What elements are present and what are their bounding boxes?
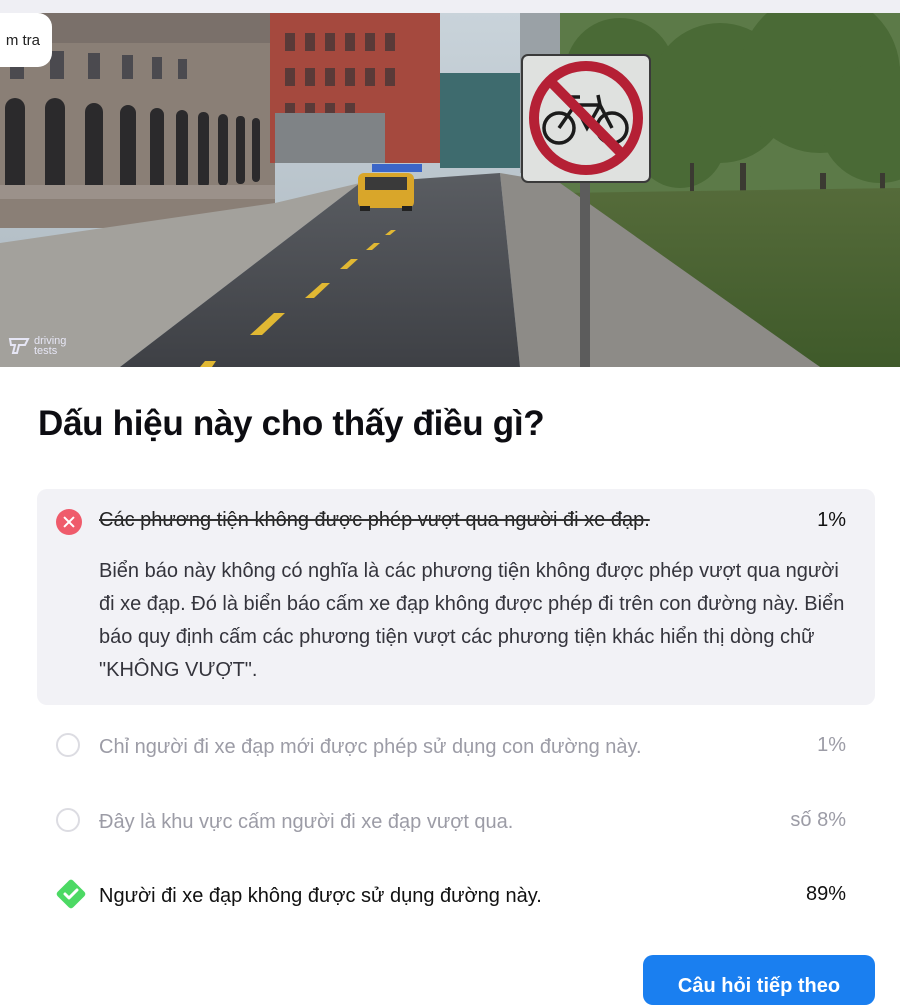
answer-list: Các phương tiện không được phép vượt qua… xyxy=(37,489,875,909)
wrong-x-icon xyxy=(56,509,82,535)
question-image xyxy=(0,13,900,367)
top-strip xyxy=(0,0,900,13)
correct-check-icon xyxy=(56,879,86,909)
answer-text: Người đi xe đạp không được sử dụng đường… xyxy=(99,885,542,907)
watermark-line2: tests xyxy=(34,345,58,357)
answer-percent: số 8% xyxy=(790,809,846,831)
answer-option-wrong[interactable]: Các phương tiện không được phép vượt qua… xyxy=(37,489,875,705)
answer-percent: 89% xyxy=(805,883,846,905)
answer-percent: 1% xyxy=(817,734,846,756)
answer-option[interactable]: Đây là khu vực cấm người đi xe đạp vượt … xyxy=(37,808,875,849)
radio-circle-icon xyxy=(56,733,80,757)
answer-text: Chỉ người đi xe đạp mới được phép sử dụn… xyxy=(99,736,642,758)
answer-percent: 1% xyxy=(817,509,846,531)
no-bicycle-sign-icon xyxy=(521,54,651,183)
answer-text: Các phương tiện không được phép vượt qua… xyxy=(99,509,650,531)
tab-kiem-tra[interactable]: m tra xyxy=(0,13,52,67)
answer-option-correct[interactable]: Người đi xe đạp không được sử dụng đường… xyxy=(37,879,875,923)
answer-explanation: Biển báo này không có nghĩa là các phươn… xyxy=(99,560,845,681)
question-title: Dấu hiệu này cho thấy điều gì? xyxy=(38,404,545,443)
answer-option[interactable]: Chỉ người đi xe đạp mới được phép sử dụn… xyxy=(37,733,875,774)
next-question-button[interactable]: Câu hỏi tiếp theo xyxy=(643,955,875,1005)
driving-tests-watermark: driving tests xyxy=(8,336,66,357)
tab-label: m tra xyxy=(5,31,40,49)
driving-tests-logo-icon xyxy=(8,338,30,354)
radio-circle-icon xyxy=(56,808,80,832)
answer-text: Đây là khu vực cấm người đi xe đạp vượt … xyxy=(99,811,514,833)
